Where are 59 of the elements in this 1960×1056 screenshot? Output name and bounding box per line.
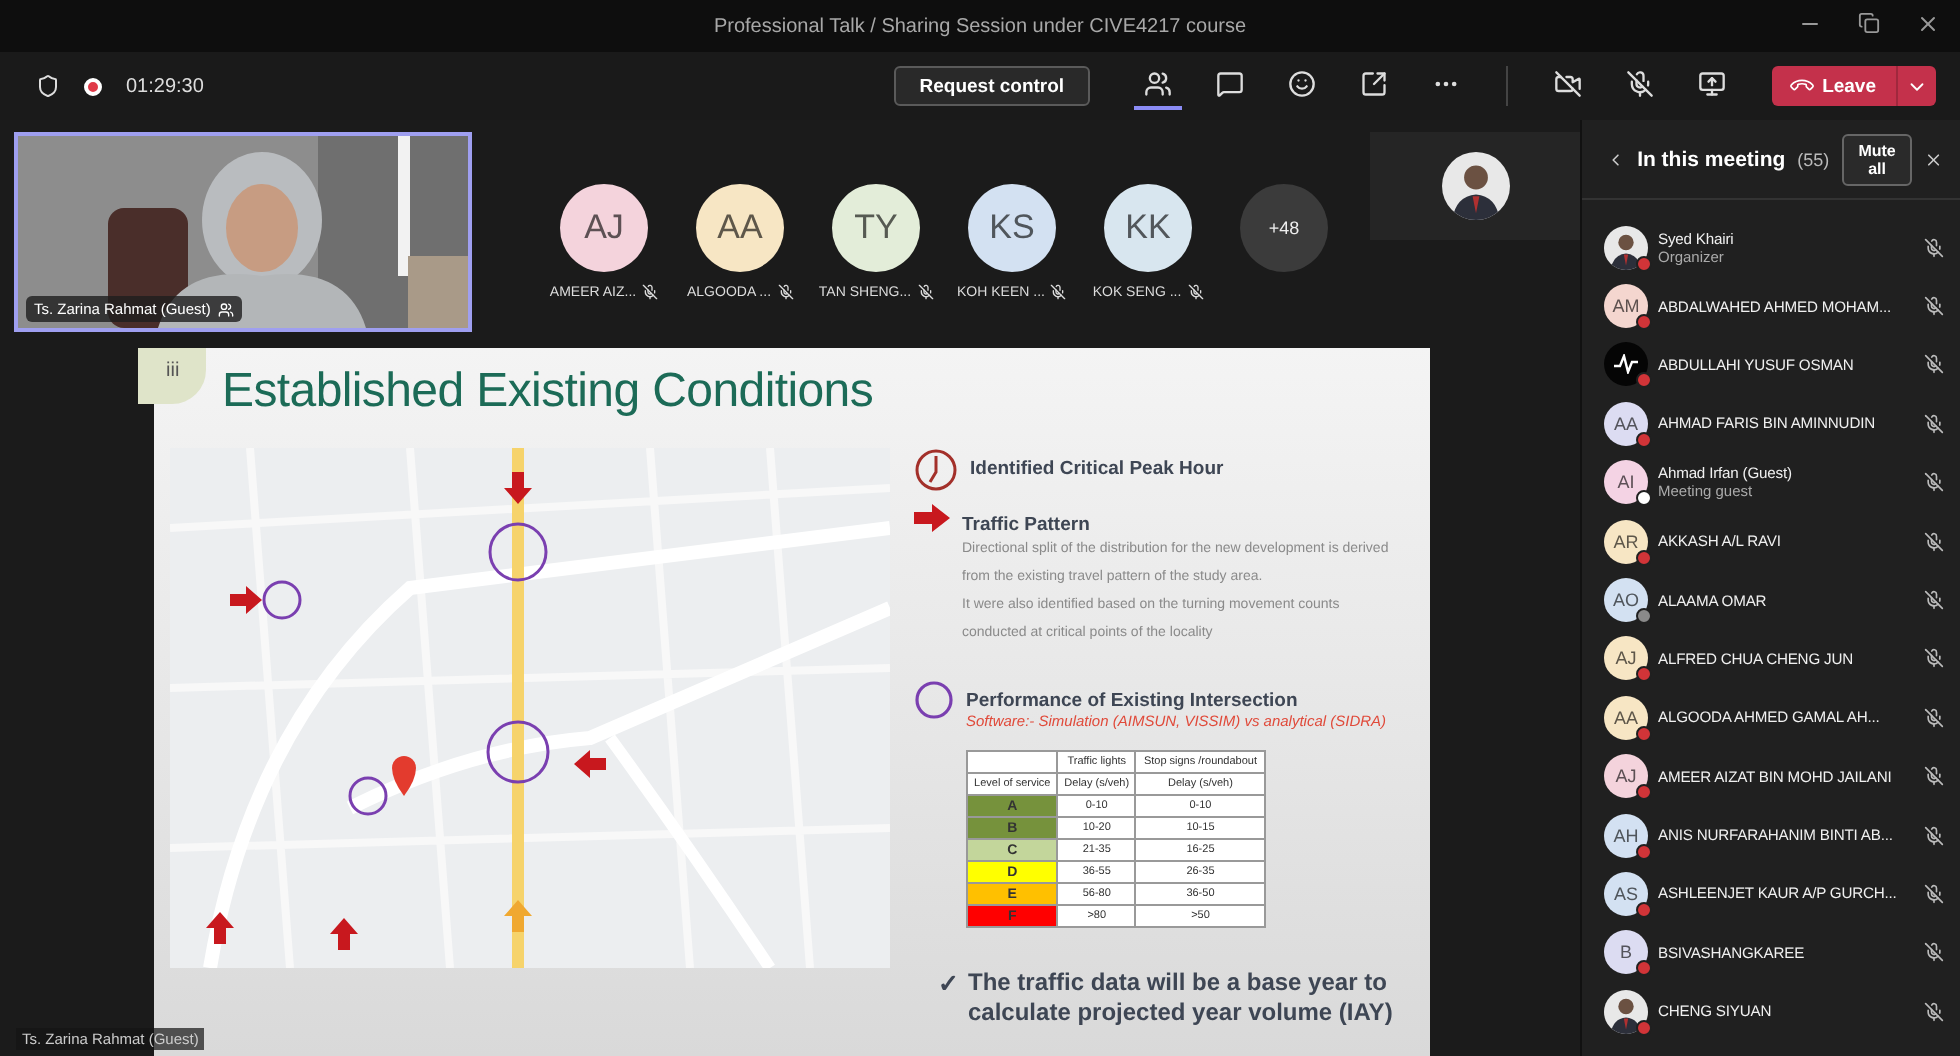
conclusion-text: The traffic data will be a base year to calculate projected year volume (IAY) <box>968 968 1395 1028</box>
mic-off-icon <box>1924 766 1944 787</box>
avatar: KS <box>968 184 1056 272</box>
mic-off-icon <box>1924 1001 1944 1022</box>
mic-off-icon <box>1050 284 1067 300</box>
mic-off-icon <box>1924 237 1944 258</box>
request-control-button[interactable]: Request control <box>893 66 1091 106</box>
mic-off-icon <box>1924 590 1944 611</box>
mic-off-icon <box>1924 354 1944 375</box>
mic-off-icon <box>1924 296 1944 317</box>
shield-icon[interactable] <box>36 74 60 98</box>
more-participants-button[interactable]: +48 <box>1240 184 1328 272</box>
point-heading: Traffic Pattern <box>962 514 1092 536</box>
leave-button[interactable]: Leave <box>1772 66 1896 106</box>
meeting-timer: 01:29:30 <box>126 75 204 97</box>
arrow-icon <box>914 504 950 532</box>
avatar: AA <box>1604 401 1648 446</box>
avatar: AS <box>1604 871 1648 916</box>
avatar: KK <box>1104 184 1192 272</box>
panel-title: In this meeting <box>1637 147 1786 171</box>
avatar: AM <box>1604 284 1648 329</box>
logo-avatar <box>1604 342 1648 387</box>
avatar: AA <box>1604 695 1648 740</box>
avatar: TY <box>832 184 920 272</box>
avatar: AO <box>1604 578 1648 623</box>
point-heading: Identified Critical Peak Hour <box>970 458 1224 480</box>
avatar: AH <box>1604 813 1648 858</box>
avatar: AA <box>696 184 784 272</box>
avatar: AJ <box>1604 636 1648 681</box>
mic-off-icon <box>1924 648 1944 669</box>
restore-icon[interactable] <box>1858 12 1880 34</box>
mic-off-icon <box>1924 942 1944 963</box>
mic-off-icon <box>1924 531 1944 552</box>
mic-off-icon <box>642 284 659 300</box>
mic-off-icon <box>1924 825 1944 846</box>
mic-off-icon <box>1924 707 1944 728</box>
avatar: AR <box>1604 519 1648 564</box>
people-icon <box>218 301 235 317</box>
window-title: Professional Talk / Sharing Session under CIVE4217 course <box>713 15 1247 37</box>
mic-off-icon <box>917 284 934 300</box>
close-icon[interactable] <box>1916 12 1940 36</box>
avatar: AJ <box>560 184 648 272</box>
check-mark: ✓ <box>938 968 960 1002</box>
mute-all-button[interactable]: Mute all <box>1841 133 1913 185</box>
avatar: AI <box>1604 460 1648 505</box>
avatar: AJ <box>1604 754 1648 799</box>
point-heading: Performance of Existing Intersection <box>966 690 1300 712</box>
slide-number: iii <box>138 348 206 404</box>
slide-title: Established Existing Conditions <box>222 364 876 420</box>
mic-off-icon <box>1924 413 1944 434</box>
mic-off-icon <box>1924 472 1944 493</box>
participant-count: (55) <box>1797 149 1830 169</box>
mic-off-icon <box>1187 284 1204 300</box>
leave-options-button[interactable] <box>1896 66 1936 106</box>
avatar: B <box>1604 930 1648 975</box>
mic-off-icon <box>777 284 794 300</box>
circle-icon <box>914 680 954 720</box>
clock-icon <box>914 448 958 492</box>
mic-off-icon <box>1924 883 1944 904</box>
